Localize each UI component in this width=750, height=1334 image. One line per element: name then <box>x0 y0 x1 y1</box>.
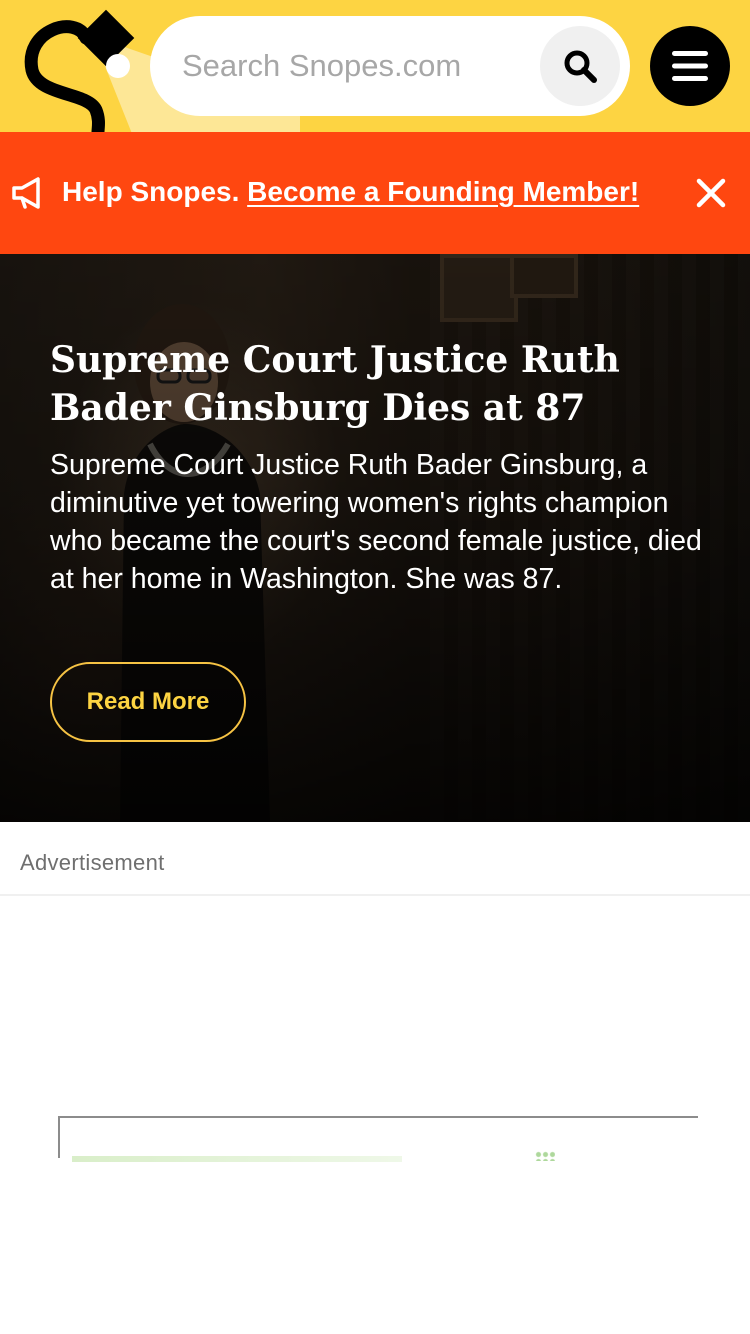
become-member-link[interactable]: Become a Founding Member! <box>247 176 639 207</box>
close-icon[interactable] <box>692 174 730 212</box>
site-header <box>0 0 750 132</box>
advertisement-slot[interactable] <box>0 898 750 1334</box>
menu-button[interactable] <box>650 26 730 106</box>
banner-lead-text: Help Snopes. <box>62 176 240 207</box>
membership-banner: Help Snopes. Become a Founding Member! <box>0 132 750 254</box>
search-box <box>150 16 630 116</box>
search-button[interactable] <box>540 26 620 106</box>
featured-article: Supreme Court Justice Ruth Bader Ginsbur… <box>0 254 750 822</box>
snopes-logo-mark <box>24 9 135 132</box>
ad-creative-faded-text <box>72 1156 402 1162</box>
snopes-logo[interactable] <box>14 8 144 132</box>
article-summary: Supreme Court Justice Ruth Bader Ginsbur… <box>50 449 702 595</box>
read-more-button[interactable]: Read More <box>50 662 246 742</box>
hamburger-menu-icon <box>672 51 708 81</box>
article-title[interactable]: Supreme Court Justice Ruth Bader Ginsbur… <box>50 336 690 432</box>
advertisement-header: Advertisement <box>0 832 750 896</box>
banner-text: Help Snopes. Become a Founding Member! <box>62 174 639 210</box>
megaphone-icon <box>12 177 40 209</box>
advertisement-label: Advertisement <box>20 850 165 875</box>
search-icon <box>564 50 597 83</box>
ad-creative-frame <box>58 1116 698 1158</box>
ad-creative-faded-graphic <box>535 1151 555 1161</box>
search-input[interactable] <box>182 42 522 90</box>
